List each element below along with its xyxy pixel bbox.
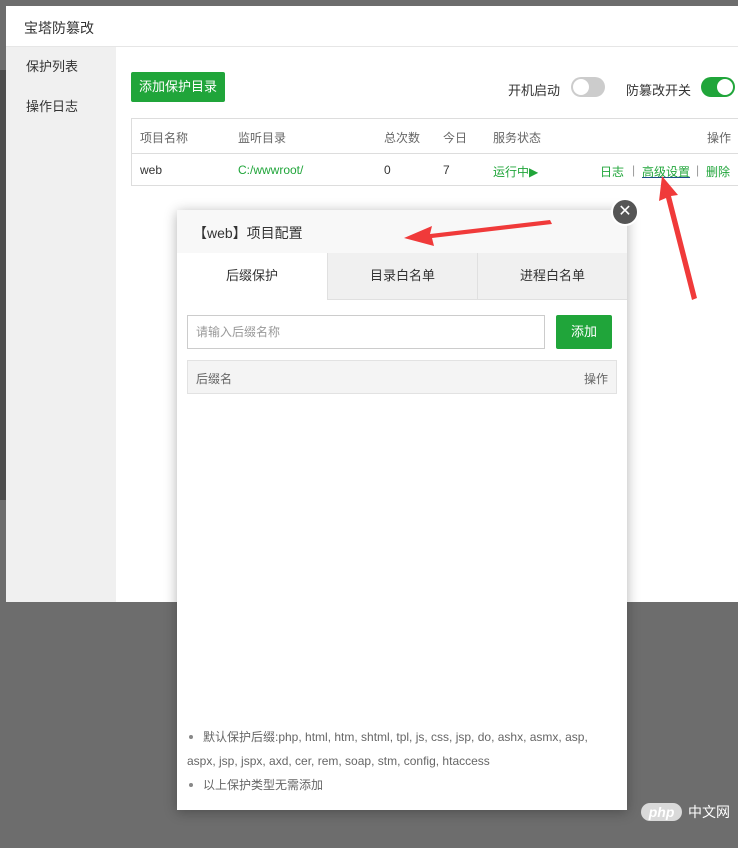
arrow-to-advanced-settings: [659, 176, 697, 300]
annotation-arrows: [404, 176, 697, 300]
watermark: php 中文网: [640, 802, 730, 826]
watermark-text: 中文网: [688, 804, 730, 820]
watermark-logo: php: [640, 803, 683, 821]
arrow-to-dialog-title: [404, 220, 552, 246]
